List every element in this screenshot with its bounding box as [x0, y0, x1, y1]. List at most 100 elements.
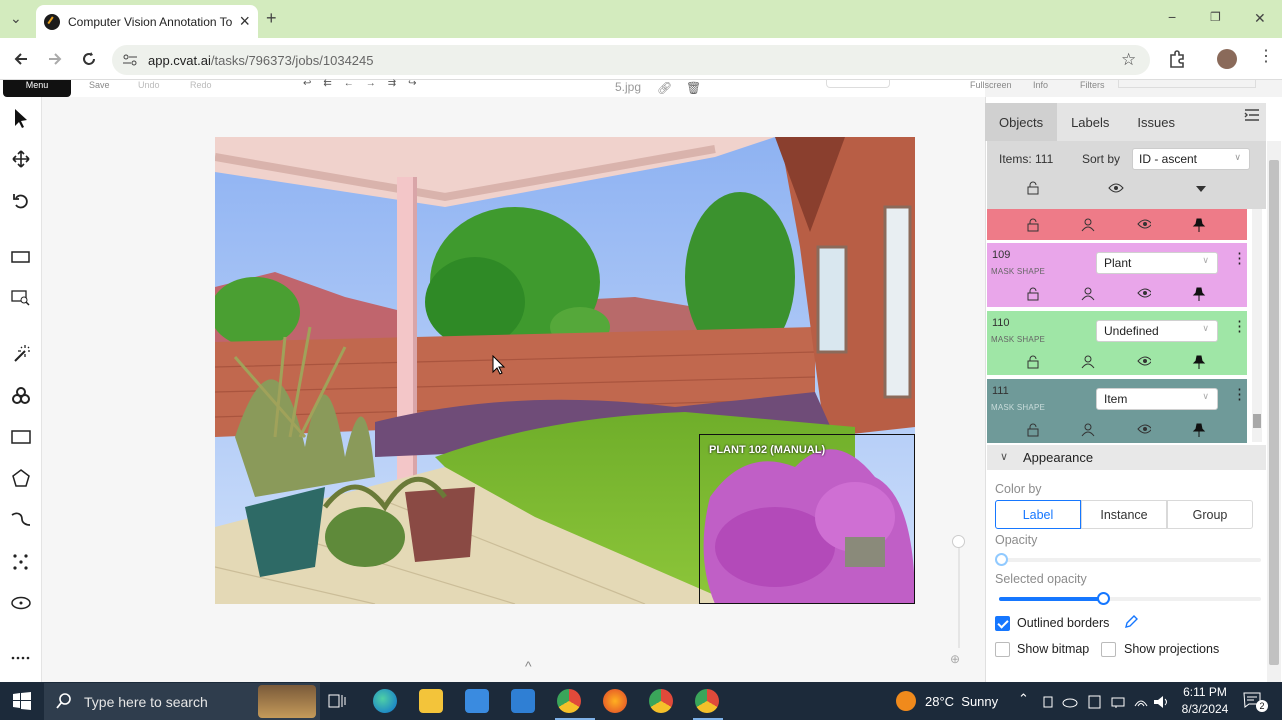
- eye-icon[interactable]: [1136, 355, 1151, 369]
- weather-text[interactable]: 28°C Sunny: [925, 694, 998, 709]
- edit-color-icon[interactable]: [1124, 615, 1138, 629]
- draw-polyline-icon[interactable]: [8, 506, 34, 532]
- show-bitmap-checkbox[interactable]: [995, 642, 1010, 657]
- fullscreen-button[interactable]: Fullscreen: [970, 80, 1012, 90]
- person-icon[interactable]: [1081, 355, 1095, 369]
- chrome-active-icon[interactable]: [695, 689, 719, 713]
- lock-all-icon[interactable]: [1026, 181, 1040, 195]
- appearance-panel-header[interactable]: ∨ Appearance: [987, 445, 1266, 470]
- undo-button[interactable]: Undo: [138, 80, 160, 90]
- eye-icon[interactable]: [1136, 287, 1151, 301]
- file-explorer-icon[interactable]: [419, 689, 443, 713]
- cursor-tool-icon[interactable]: [8, 105, 34, 131]
- edge-icon[interactable]: [373, 689, 397, 713]
- magic-wand-icon[interactable]: [8, 340, 34, 366]
- filters-input[interactable]: [1118, 80, 1256, 88]
- windows-start-icon[interactable]: [13, 692, 31, 710]
- person-icon[interactable]: [1081, 287, 1095, 301]
- color-by-label-option[interactable]: Label: [995, 500, 1081, 529]
- task-view-icon[interactable]: [328, 692, 346, 710]
- zoom-in-icon[interactable]: ⊕: [950, 652, 960, 666]
- url-input[interactable]: app.cvat.ai/tasks/796373/jobs/1034245: [112, 45, 1150, 75]
- openvino-tool-icon[interactable]: [8, 383, 34, 409]
- browser-tab[interactable]: Computer Vision Annotation To ×: [36, 5, 258, 38]
- opacity-slider-handle[interactable]: [994, 553, 1008, 566]
- eye-icon[interactable]: [1136, 423, 1151, 437]
- tab-search-button[interactable]: ⌄: [10, 10, 22, 27]
- pin-icon[interactable]: [1192, 287, 1206, 301]
- draw-points-icon[interactable]: [8, 549, 34, 575]
- person-icon[interactable]: [1081, 218, 1095, 232]
- plant-bounding-box[interactable]: [699, 434, 915, 604]
- objects-list-scrollbar[interactable]: [1252, 209, 1262, 442]
- pin-icon[interactable]: [1192, 423, 1206, 437]
- object-card-110[interactable]: 110 MASK SHAPE Undefined ∨ ⋮: [987, 311, 1247, 375]
- collapse-sidebar-icon[interactable]: [1244, 108, 1260, 122]
- object-card-109[interactable]: 109 MASK SHAPE Plant ∨ ⋮: [987, 243, 1247, 307]
- profile-avatar[interactable]: [1217, 49, 1237, 69]
- volume-icon[interactable]: [1152, 694, 1170, 710]
- outlined-borders-checkbox[interactable]: [995, 616, 1010, 631]
- tab-objects[interactable]: Objects: [985, 103, 1058, 141]
- object-label-select[interactable]: Undefined ∨: [1096, 320, 1218, 342]
- close-window-button[interactable]: ✕: [1254, 10, 1266, 27]
- firefox-icon[interactable]: [603, 689, 627, 713]
- object-more-icon[interactable]: ⋮: [1232, 319, 1247, 334]
- rotate-tool-icon[interactable]: [8, 188, 34, 214]
- opacity-slider[interactable]: [999, 558, 1261, 562]
- show-hidden-icons[interactable]: ⌃: [1018, 691, 1029, 707]
- zoom-slider-handle[interactable]: [952, 535, 965, 548]
- close-tab-icon[interactable]: ×: [239, 11, 250, 32]
- delete-frame-icon[interactable]: 🗑︎: [686, 81, 701, 95]
- info-button[interactable]: Info: [1033, 80, 1048, 90]
- object-card-108[interactable]: [987, 209, 1247, 240]
- person-icon[interactable]: [1081, 423, 1095, 437]
- zoom-region-icon[interactable]: [8, 285, 34, 311]
- color-by-instance-option[interactable]: Instance: [1081, 500, 1167, 529]
- lock-icon[interactable]: [1026, 287, 1040, 301]
- minimize-button[interactable]: −: [1168, 9, 1176, 25]
- system-tray-icons[interactable]: [1042, 694, 1152, 710]
- expand-all-icon[interactable]: [1195, 185, 1207, 193]
- show-projections-checkbox[interactable]: [1101, 642, 1116, 657]
- lock-icon[interactable]: [1026, 423, 1040, 437]
- pin-icon[interactable]: [1192, 355, 1206, 369]
- back-icon[interactable]: [12, 50, 30, 68]
- show-all-icon[interactable]: [1108, 182, 1124, 194]
- save-button[interactable]: Save: [89, 80, 110, 90]
- draw-polygon-icon[interactable]: [8, 465, 34, 491]
- draw-rectangle-icon[interactable]: [8, 424, 34, 450]
- objects-list-scroll-thumb[interactable]: [1253, 414, 1261, 428]
- draw-ellipse-icon[interactable]: [8, 590, 34, 616]
- clock-date[interactable]: 8/3/2024: [1176, 702, 1234, 716]
- object-card-111[interactable]: 111 MASK SHAPE Item ∨ ⋮: [987, 379, 1247, 443]
- frame-navigation-icons[interactable]: ↩⇇←→⇉↪: [303, 78, 429, 89]
- browser-menu-icon[interactable]: ⋮: [1258, 49, 1274, 65]
- sidebar-scroll-thumb[interactable]: [1269, 160, 1279, 665]
- tab-issues[interactable]: Issues: [1123, 103, 1189, 141]
- fit-image-icon[interactable]: [8, 244, 34, 270]
- pin-icon[interactable]: [1192, 218, 1206, 232]
- filters-button[interactable]: Filters: [1080, 80, 1105, 90]
- restore-button[interactable]: ❐: [1210, 10, 1221, 24]
- object-label-select[interactable]: Plant ∨: [1096, 252, 1218, 274]
- more-tools-icon[interactable]: [8, 645, 34, 671]
- object-label-select[interactable]: Item ∨: [1096, 388, 1218, 410]
- sort-select[interactable]: ID - ascent ∨: [1132, 148, 1250, 170]
- lock-icon[interactable]: [1026, 218, 1040, 232]
- zoom-slider-track[interactable]: [958, 548, 960, 648]
- move-tool-icon[interactable]: [8, 146, 34, 172]
- lock-icon[interactable]: [1026, 355, 1040, 369]
- tab-labels[interactable]: Labels: [1057, 103, 1123, 141]
- color-by-group-option[interactable]: Group: [1167, 500, 1253, 529]
- object-more-icon[interactable]: ⋮: [1232, 251, 1247, 266]
- clock-time[interactable]: 6:11 PM: [1180, 685, 1230, 699]
- frame-number-input[interactable]: [826, 80, 890, 88]
- site-settings-icon[interactable]: [122, 53, 138, 67]
- weather-sun-icon[interactable]: [896, 691, 916, 711]
- expand-bottom-panel-icon[interactable]: ^: [525, 658, 532, 674]
- chrome-profile-icon[interactable]: [649, 689, 673, 713]
- chrome-icon[interactable]: [557, 689, 581, 713]
- taskbar-search[interactable]: Type here to search: [44, 683, 320, 720]
- reload-icon[interactable]: [80, 50, 98, 68]
